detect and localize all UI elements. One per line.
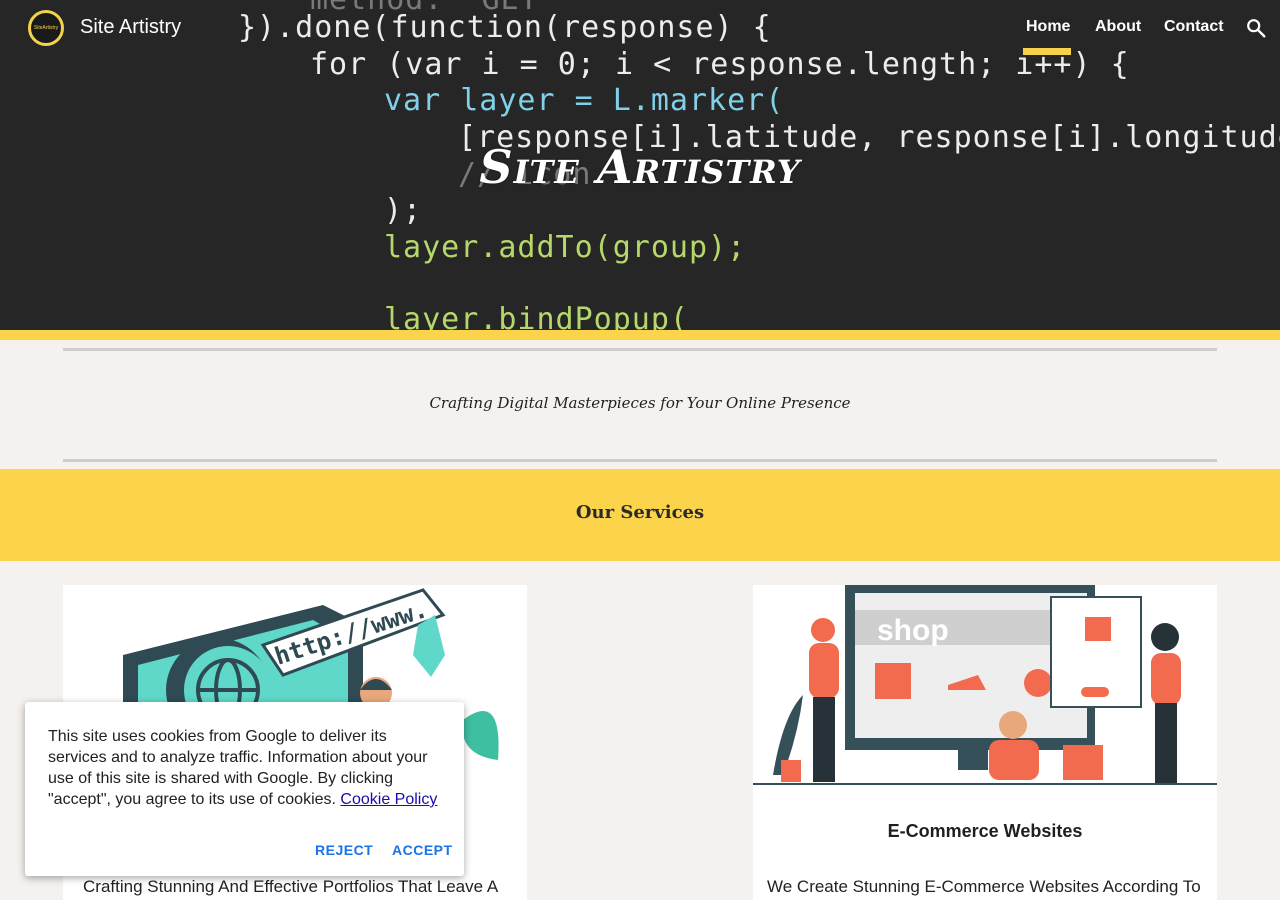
accept-button[interactable]: ACCEPT — [392, 842, 453, 858]
service-card-ecommerce: shop E-Commerce Websites We Create Stunn… — [753, 585, 1217, 900]
nav-home[interactable]: Home — [1026, 18, 1070, 36]
divider — [63, 459, 1217, 462]
svg-text:shop: shop — [877, 614, 949, 647]
cookie-policy-link[interactable]: Cookie Policy — [340, 791, 437, 808]
code-line: var layer = L.marker( — [384, 83, 785, 118]
nav-about[interactable]: About — [1095, 18, 1141, 36]
service-card-desc: We Create Stunning E-Commerce Websites A… — [767, 877, 1201, 896]
ecommerce-illustration: shop — [753, 585, 1217, 787]
site-name[interactable]: Site Artistry — [80, 16, 181, 39]
logo-text: SiteArtistry — [33, 25, 59, 31]
code-line: }).done(function(response) { — [238, 10, 772, 45]
code-line: ); — [384, 193, 423, 228]
cookie-text: This site uses cookies from Google to de… — [48, 726, 448, 810]
search-icon[interactable] — [1245, 17, 1267, 39]
tagline: Crafting Digital Masterpieces for Your O… — [429, 394, 851, 412]
cookie-dialog: This site uses cookies from Google to de… — [25, 702, 464, 876]
service-card-desc: Crafting Stunning And Effective Portfoli… — [83, 877, 499, 896]
site-logo[interactable]: SiteArtistry — [28, 10, 64, 46]
nav-contact[interactable]: Contact — [1164, 18, 1224, 36]
code-line: for (var i = 0; i < response.length; i++… — [310, 47, 1130, 82]
hero-banner: method: 'GET' }).done(function(response)… — [0, 0, 1280, 330]
code-line: layer.bindPopup( — [384, 302, 689, 330]
accent-bar — [0, 330, 1280, 340]
services-heading: Our Services — [575, 502, 705, 523]
divider — [63, 348, 1217, 351]
hero-title: Site Artistry — [479, 140, 801, 194]
service-card-title: E-Commerce Websites — [887, 821, 1083, 841]
nav-active-indicator — [1023, 48, 1071, 55]
code-line: layer.addTo(group); — [384, 230, 747, 265]
reject-button[interactable]: REJECT — [315, 842, 373, 858]
